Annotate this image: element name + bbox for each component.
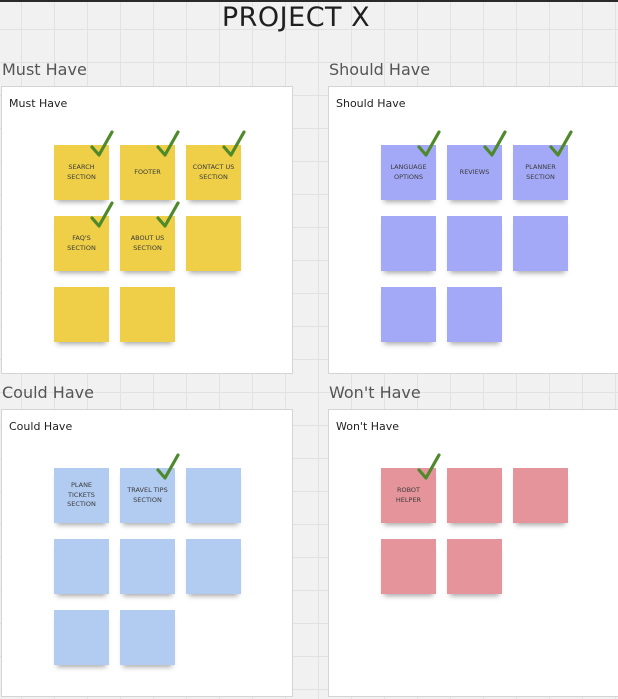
sticky-note-text: REVIEWS (459, 167, 490, 176)
checkmark-icon (483, 130, 507, 157)
sticky-note[interactable] (186, 539, 241, 594)
frame-wont-have[interactable]: Won't Have ROBOT HELPER (328, 409, 618, 697)
sticky-note[interactable] (381, 539, 436, 594)
quadrant-label-should: Should Have (329, 60, 431, 79)
sticky-note[interactable] (447, 539, 502, 594)
checkmark-icon (417, 130, 441, 157)
sticky-note[interactable] (381, 287, 436, 342)
sticky-note-text: TRAVEL TIPS SECTION (127, 486, 168, 504)
sticky-note[interactable]: ABOUT US SECTION (120, 201, 180, 271)
frame-title: Won't Have (336, 420, 400, 433)
sticky-note-text: PLANE TICKETS SECTION (67, 481, 96, 509)
sticky-note-text: SEARCH SECTION (67, 163, 96, 181)
quadrant-label-must: Must Have (2, 60, 87, 79)
board-title: PROJECT X (221, 2, 371, 33)
sticky-note[interactable]: TRAVEL TIPS SECTION (120, 453, 180, 523)
checkmark-icon (417, 453, 441, 480)
sticky-note[interactable]: PLANE TICKETS SECTION (54, 468, 109, 523)
checkmark-icon (156, 130, 180, 157)
sticky-note[interactable] (447, 216, 502, 271)
checkmark-icon (549, 130, 573, 157)
checkmark-icon (90, 201, 114, 228)
sticky-note[interactable] (513, 216, 568, 271)
frame-title: Should Have (336, 97, 406, 110)
checkmark-icon (156, 201, 180, 228)
sticky-note-text: PLANNER SECTION (525, 163, 556, 181)
sticky-note[interactable]: REVIEWS (447, 130, 507, 200)
sticky-note[interactable] (54, 287, 109, 342)
sticky-note-text: LANGUAGE OPTIONS (390, 163, 427, 181)
sticky-note[interactable] (381, 216, 436, 271)
sticky-note[interactable] (513, 468, 568, 523)
sticky-note[interactable]: CONTACT US SECTION (186, 130, 246, 200)
sticky-note[interactable]: FOOTER (120, 130, 180, 200)
sticky-note[interactable] (447, 468, 502, 523)
frame-could-have[interactable]: Could Have PLANE TICKETS SECTION TRAVEL T… (1, 409, 293, 697)
sticky-note[interactable] (120, 287, 175, 342)
sticky-note[interactable]: ROBOT HELPER (381, 453, 441, 523)
sticky-note-text: FAQ'S SECTION (67, 234, 96, 252)
sticky-note-text: CONTACT US SECTION (192, 163, 235, 181)
frame-must-have[interactable]: Must Have SEARCH SECTION FOOTER CONTACT US… (1, 86, 293, 374)
sticky-note[interactable] (186, 216, 241, 271)
sticky-note[interactable] (186, 468, 241, 523)
sticky-note-text: ABOUT US SECTION (130, 234, 165, 252)
sticky-note[interactable]: FAQ'S SECTION (54, 201, 114, 271)
checkmark-icon (90, 130, 114, 157)
sticky-note[interactable]: SEARCH SECTION (54, 130, 114, 200)
sticky-note[interactable] (120, 610, 175, 665)
sticky-note-text: ROBOT HELPER (395, 486, 422, 504)
sticky-note[interactable] (54, 610, 109, 665)
frame-should-have[interactable]: Should Have LANGUAGE OPTIONS REVIEWS PLANN… (328, 86, 618, 374)
quadrant-label-could: Could Have (2, 383, 94, 402)
sticky-note[interactable] (447, 287, 502, 342)
quadrant-label-wont: Won't Have (329, 383, 421, 402)
frame-title: Could Have (9, 420, 73, 433)
checkmark-icon (156, 453, 180, 480)
sticky-note[interactable]: PLANNER SECTION (513, 130, 573, 200)
sticky-note-text: FOOTER (134, 167, 161, 176)
sticky-note[interactable] (120, 539, 175, 594)
checkmark-icon (222, 130, 246, 157)
sticky-note[interactable]: LANGUAGE OPTIONS (381, 130, 441, 200)
sticky-note[interactable] (54, 539, 109, 594)
frame-title: Must Have (9, 97, 68, 110)
